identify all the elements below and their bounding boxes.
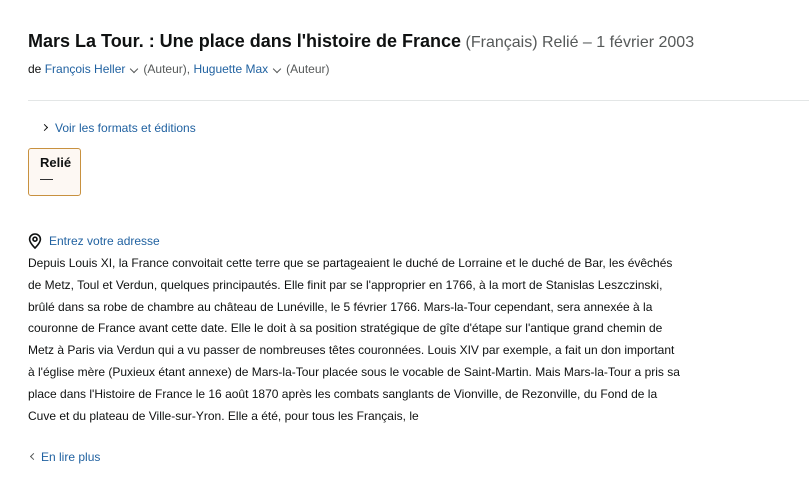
chevron-down-icon[interactable] xyxy=(272,64,282,74)
author-role: (Auteur), xyxy=(143,62,191,76)
byline-prefix: de xyxy=(28,62,42,76)
delivery-address-label[interactable]: Entrez votre adresse xyxy=(49,233,160,249)
product-description: Depuis Louis XI, la France convoitait ce… xyxy=(28,256,680,423)
see-formats-link[interactable]: Voir les formats et éditions xyxy=(40,120,196,136)
product-title-text: Mars La Tour. : Une place dans l'histoir… xyxy=(28,31,462,51)
chevron-left-icon xyxy=(29,453,38,461)
byline: de François Heller (Auteur), Huguette Max… xyxy=(28,60,330,78)
author-link-huguette-max[interactable]: Huguette Max xyxy=(193,62,268,76)
product-format-date: Relié – 1 février 2003 xyxy=(542,34,695,51)
location-pin-icon xyxy=(28,233,42,249)
see-formats-label[interactable]: Voir les formats et éditions xyxy=(55,121,196,135)
read-more-link[interactable]: En lire plus xyxy=(28,449,100,465)
format-price: — xyxy=(40,171,53,186)
read-more-label[interactable]: En lire plus xyxy=(41,450,100,464)
author-role: (Auteur) xyxy=(286,62,330,76)
format-option-hardcover[interactable]: Relié — xyxy=(28,148,81,196)
section-divider xyxy=(28,100,809,101)
product-language: (Français) xyxy=(465,34,538,51)
chevron-right-icon xyxy=(40,124,49,132)
product-title: Mars La Tour. : Une place dans l'histoir… xyxy=(28,28,694,56)
format-name: Relié xyxy=(40,155,72,170)
author-link-francois-heller[interactable]: François Heller xyxy=(45,62,126,76)
chevron-down-icon[interactable] xyxy=(130,64,139,74)
delivery-address-link[interactable]: Entrez votre adresse xyxy=(28,233,160,249)
